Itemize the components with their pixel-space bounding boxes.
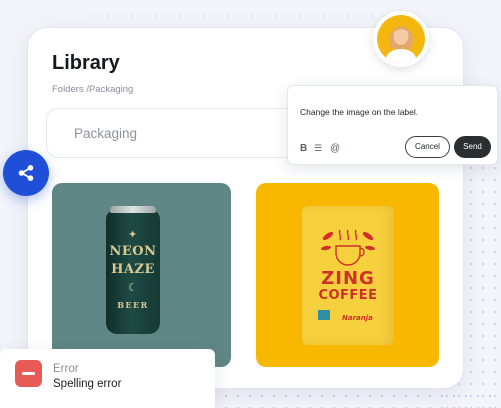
bag-text-line-1: ZING [321, 268, 375, 289]
image-card-neon-haze[interactable]: ✦ NEON HAZE ☾ BEER [52, 183, 231, 367]
page-title: Library [52, 52, 120, 74]
background-dot-pattern-bottom [220, 390, 501, 408]
send-button[interactable]: Send [454, 136, 491, 158]
bag-text-line-2: COFFEE [318, 288, 378, 303]
avatar-photo [377, 15, 425, 63]
share-icon [18, 165, 34, 181]
can-text-line-2: HAZE [111, 262, 155, 277]
coffee-bag-image: ZING COFFEE Naranja [302, 206, 394, 345]
error-icon [15, 360, 42, 387]
moon-icon: ☾ [128, 282, 138, 294]
cancel-button[interactable]: Cancel [405, 136, 450, 158]
library-panel: Library Folders /Packaging Packaging ✦ N… [27, 27, 464, 389]
breadcrumb[interactable]: Folders /Packaging [52, 84, 133, 95]
comment-input[interactable]: Change the image on the label. [300, 107, 418, 117]
folder-search-value: Packaging [74, 126, 138, 141]
comment-box: Change the image on the label. B ☰ @ Can… [287, 85, 498, 165]
coffee-cup-icon [335, 229, 365, 266]
share-button[interactable] [3, 150, 49, 196]
user-avatar[interactable] [373, 11, 429, 67]
toast-title: Error [53, 363, 79, 375]
beer-can-image: ✦ NEON HAZE ☾ BEER [106, 206, 160, 334]
can-text-line-1: NEON [109, 244, 157, 259]
mention-icon[interactable]: @ [330, 143, 340, 154]
image-card-zing-coffee[interactable]: ZING COFFEE Naranja [256, 183, 439, 367]
toast-message: Spelling error [53, 378, 122, 390]
can-text-line-3: BEER [117, 300, 149, 310]
person-icon [386, 26, 416, 63]
list-icon[interactable]: ☰ [314, 143, 322, 154]
label-tag-icon [318, 310, 330, 320]
bold-icon[interactable]: B [300, 143, 307, 154]
star-icon: ✦ [128, 229, 138, 241]
bag-text-line-3: Naranja [342, 314, 373, 322]
error-toast: Error Spelling error [0, 349, 215, 408]
